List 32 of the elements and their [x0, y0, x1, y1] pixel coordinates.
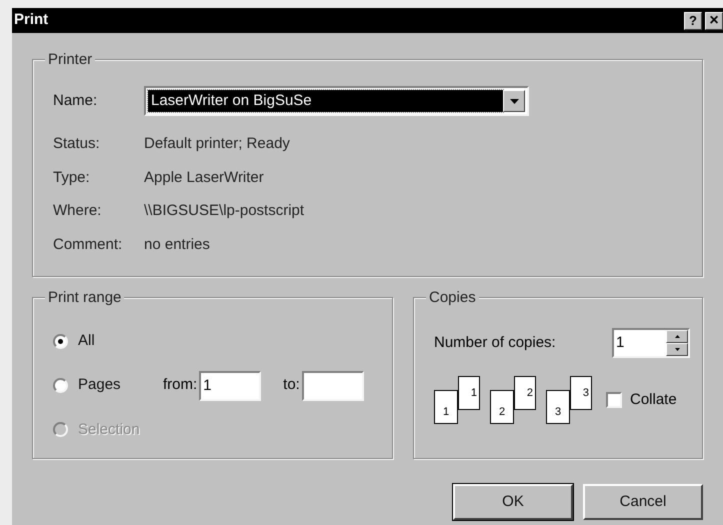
copies-label: Number of copies: [434, 332, 557, 353]
info-label: Status: [53, 134, 101, 154]
spin-up-icon[interactable] [666, 330, 688, 343]
field-label: Name: [53, 90, 98, 111]
info-value: Default printer; Ready [144, 134, 290, 154]
info-value: no entries [144, 234, 210, 254]
collate-checkbox[interactable] [606, 392, 622, 408]
info-value: Apple LaserWriter [144, 168, 264, 188]
info-label: Comment: [53, 234, 124, 254]
page-stack-drawing: 2 2 [490, 376, 536, 424]
printer-dropdown[interactable]: LaserWriter on BigSuSe [144, 86, 529, 116]
info-value: \\BIGSUSE\lp-postscript [144, 201, 304, 221]
window-title: Print [14, 10, 48, 30]
page-stack-drawing: 3 3 [546, 376, 592, 424]
help-button[interactable]: ? [684, 12, 702, 30]
from-field[interactable]: 1 [199, 370, 262, 400]
radio-label: All [78, 331, 95, 351]
page-stack-drawing: 1 1 [434, 376, 480, 424]
radio-label: Pages [78, 375, 121, 396]
info-label: Where: [53, 201, 102, 221]
to-field[interactable] [302, 370, 364, 400]
collate-label: Collate [630, 390, 677, 410]
radio-button[interactable] [53, 334, 68, 349]
to-label: to: [283, 375, 300, 396]
from-label: from: [163, 375, 198, 396]
cancel-button[interactable]: Cancel [583, 484, 703, 520]
radio-button[interactable] [53, 378, 68, 393]
ok-button[interactable]: OK [453, 484, 573, 520]
copies-spinner[interactable]: 1 [612, 328, 690, 358]
close-button[interactable]: × [705, 12, 723, 30]
info-label: Type: [53, 168, 91, 188]
spin-down-icon[interactable] [666, 343, 688, 356]
